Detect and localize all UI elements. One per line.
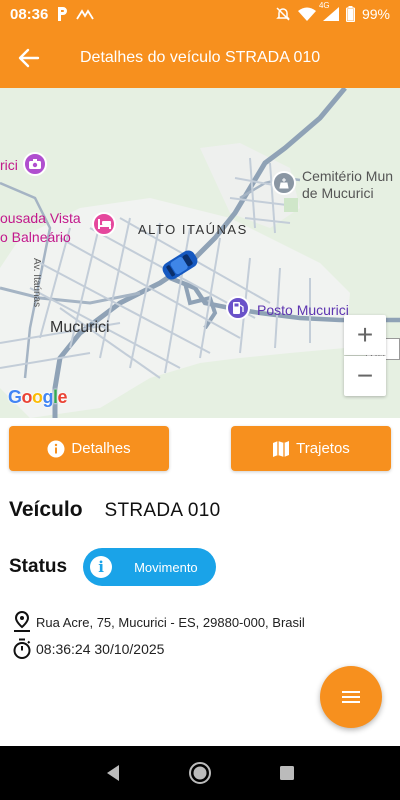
status-bar: 08:36 4G 99% bbox=[0, 0, 400, 28]
menu-fab-button[interactable] bbox=[320, 666, 382, 728]
square-recents-icon bbox=[279, 765, 295, 781]
map-label-town: Mucurici bbox=[50, 319, 110, 336]
map-label-poi: rici bbox=[0, 157, 18, 173]
nav-recents-button[interactable] bbox=[267, 753, 307, 793]
notifications-off-icon bbox=[275, 6, 291, 22]
camera-poi-icon[interactable] bbox=[23, 152, 47, 176]
cell-signal-icon: 4G bbox=[319, 1, 339, 21]
timestamp-text: 08:36:24 30/10/2025 bbox=[36, 641, 165, 657]
parking-app-icon bbox=[55, 6, 69, 22]
back-button[interactable] bbox=[0, 28, 58, 88]
vehicle-label: Veículo bbox=[9, 498, 83, 521]
map-view[interactable]: rici ousada Vista o Balneário ALTO ITAÚN… bbox=[0, 88, 400, 418]
nav-home-button[interactable] bbox=[180, 753, 220, 793]
signal-app-icon bbox=[76, 8, 95, 20]
trajetos-button[interactable]: Trajetos bbox=[231, 426, 391, 471]
map-label-district: ALTO ITAÚNAS bbox=[138, 222, 248, 237]
google-attribution: Google bbox=[8, 387, 68, 407]
map-label-street: Av. Itaúnas bbox=[31, 258, 42, 308]
vehicle-row: Veículo STRADA 010 bbox=[9, 498, 221, 522]
zoom-out-button[interactable]: − bbox=[344, 356, 386, 396]
status-label: Status bbox=[9, 556, 68, 577]
wifi-icon bbox=[297, 7, 316, 21]
nav-back-button[interactable] bbox=[93, 753, 133, 793]
triangle-back-icon bbox=[105, 764, 121, 782]
system-nav-bar bbox=[0, 746, 400, 800]
trajetos-label: Trajetos bbox=[296, 440, 350, 457]
circle-home-icon bbox=[188, 761, 212, 785]
arrow-left-icon bbox=[18, 48, 40, 68]
menu-icon bbox=[341, 689, 361, 705]
address-row: Rua Acre, 75, Mucurici - ES, 29880-000, … bbox=[12, 611, 305, 633]
status-badge[interactable]: i Movimento bbox=[83, 548, 217, 586]
battery-icon bbox=[345, 6, 355, 22]
map-label-cemetery: Cemitério Mun de Mucurici bbox=[302, 168, 394, 201]
stopwatch-icon bbox=[12, 638, 32, 660]
gas-station-poi-icon[interactable] bbox=[226, 296, 250, 320]
status-value: Movimento bbox=[134, 559, 198, 575]
info-circle-icon bbox=[47, 440, 65, 458]
zoom-in-button[interactable]: + bbox=[344, 315, 386, 355]
map-label-pousada: ousada Vista o Balneário bbox=[0, 210, 81, 245]
map-label-posto: Posto Mucurici bbox=[257, 302, 349, 318]
detalhes-label: Detalhes bbox=[71, 440, 131, 457]
detalhes-button[interactable]: Detalhes bbox=[9, 426, 169, 471]
network-type: 4G bbox=[318, 1, 330, 10]
info-icon: i bbox=[90, 556, 113, 578]
battery-level: 99% bbox=[361, 6, 390, 22]
timestamp-row: 08:36:24 30/10/2025 bbox=[12, 638, 164, 660]
map-icon bbox=[272, 440, 290, 458]
map-pin-icon bbox=[12, 611, 32, 633]
hotel-poi-icon[interactable] bbox=[92, 212, 116, 236]
address-text: Rua Acre, 75, Mucurici - ES, 29880-000, … bbox=[36, 614, 305, 630]
app-bar: Detalhes do veículo STRADA 010 bbox=[0, 28, 400, 88]
cemetery-poi-icon[interactable] bbox=[272, 171, 296, 195]
vehicle-value: STRADA 010 bbox=[104, 500, 221, 521]
vehicle-car-icon[interactable] bbox=[158, 248, 202, 285]
page-title: Detalhes do veículo STRADA 010 bbox=[80, 49, 321, 66]
status-time: 08:36 bbox=[10, 5, 49, 23]
status-row: Status i Movimento bbox=[9, 548, 217, 586]
